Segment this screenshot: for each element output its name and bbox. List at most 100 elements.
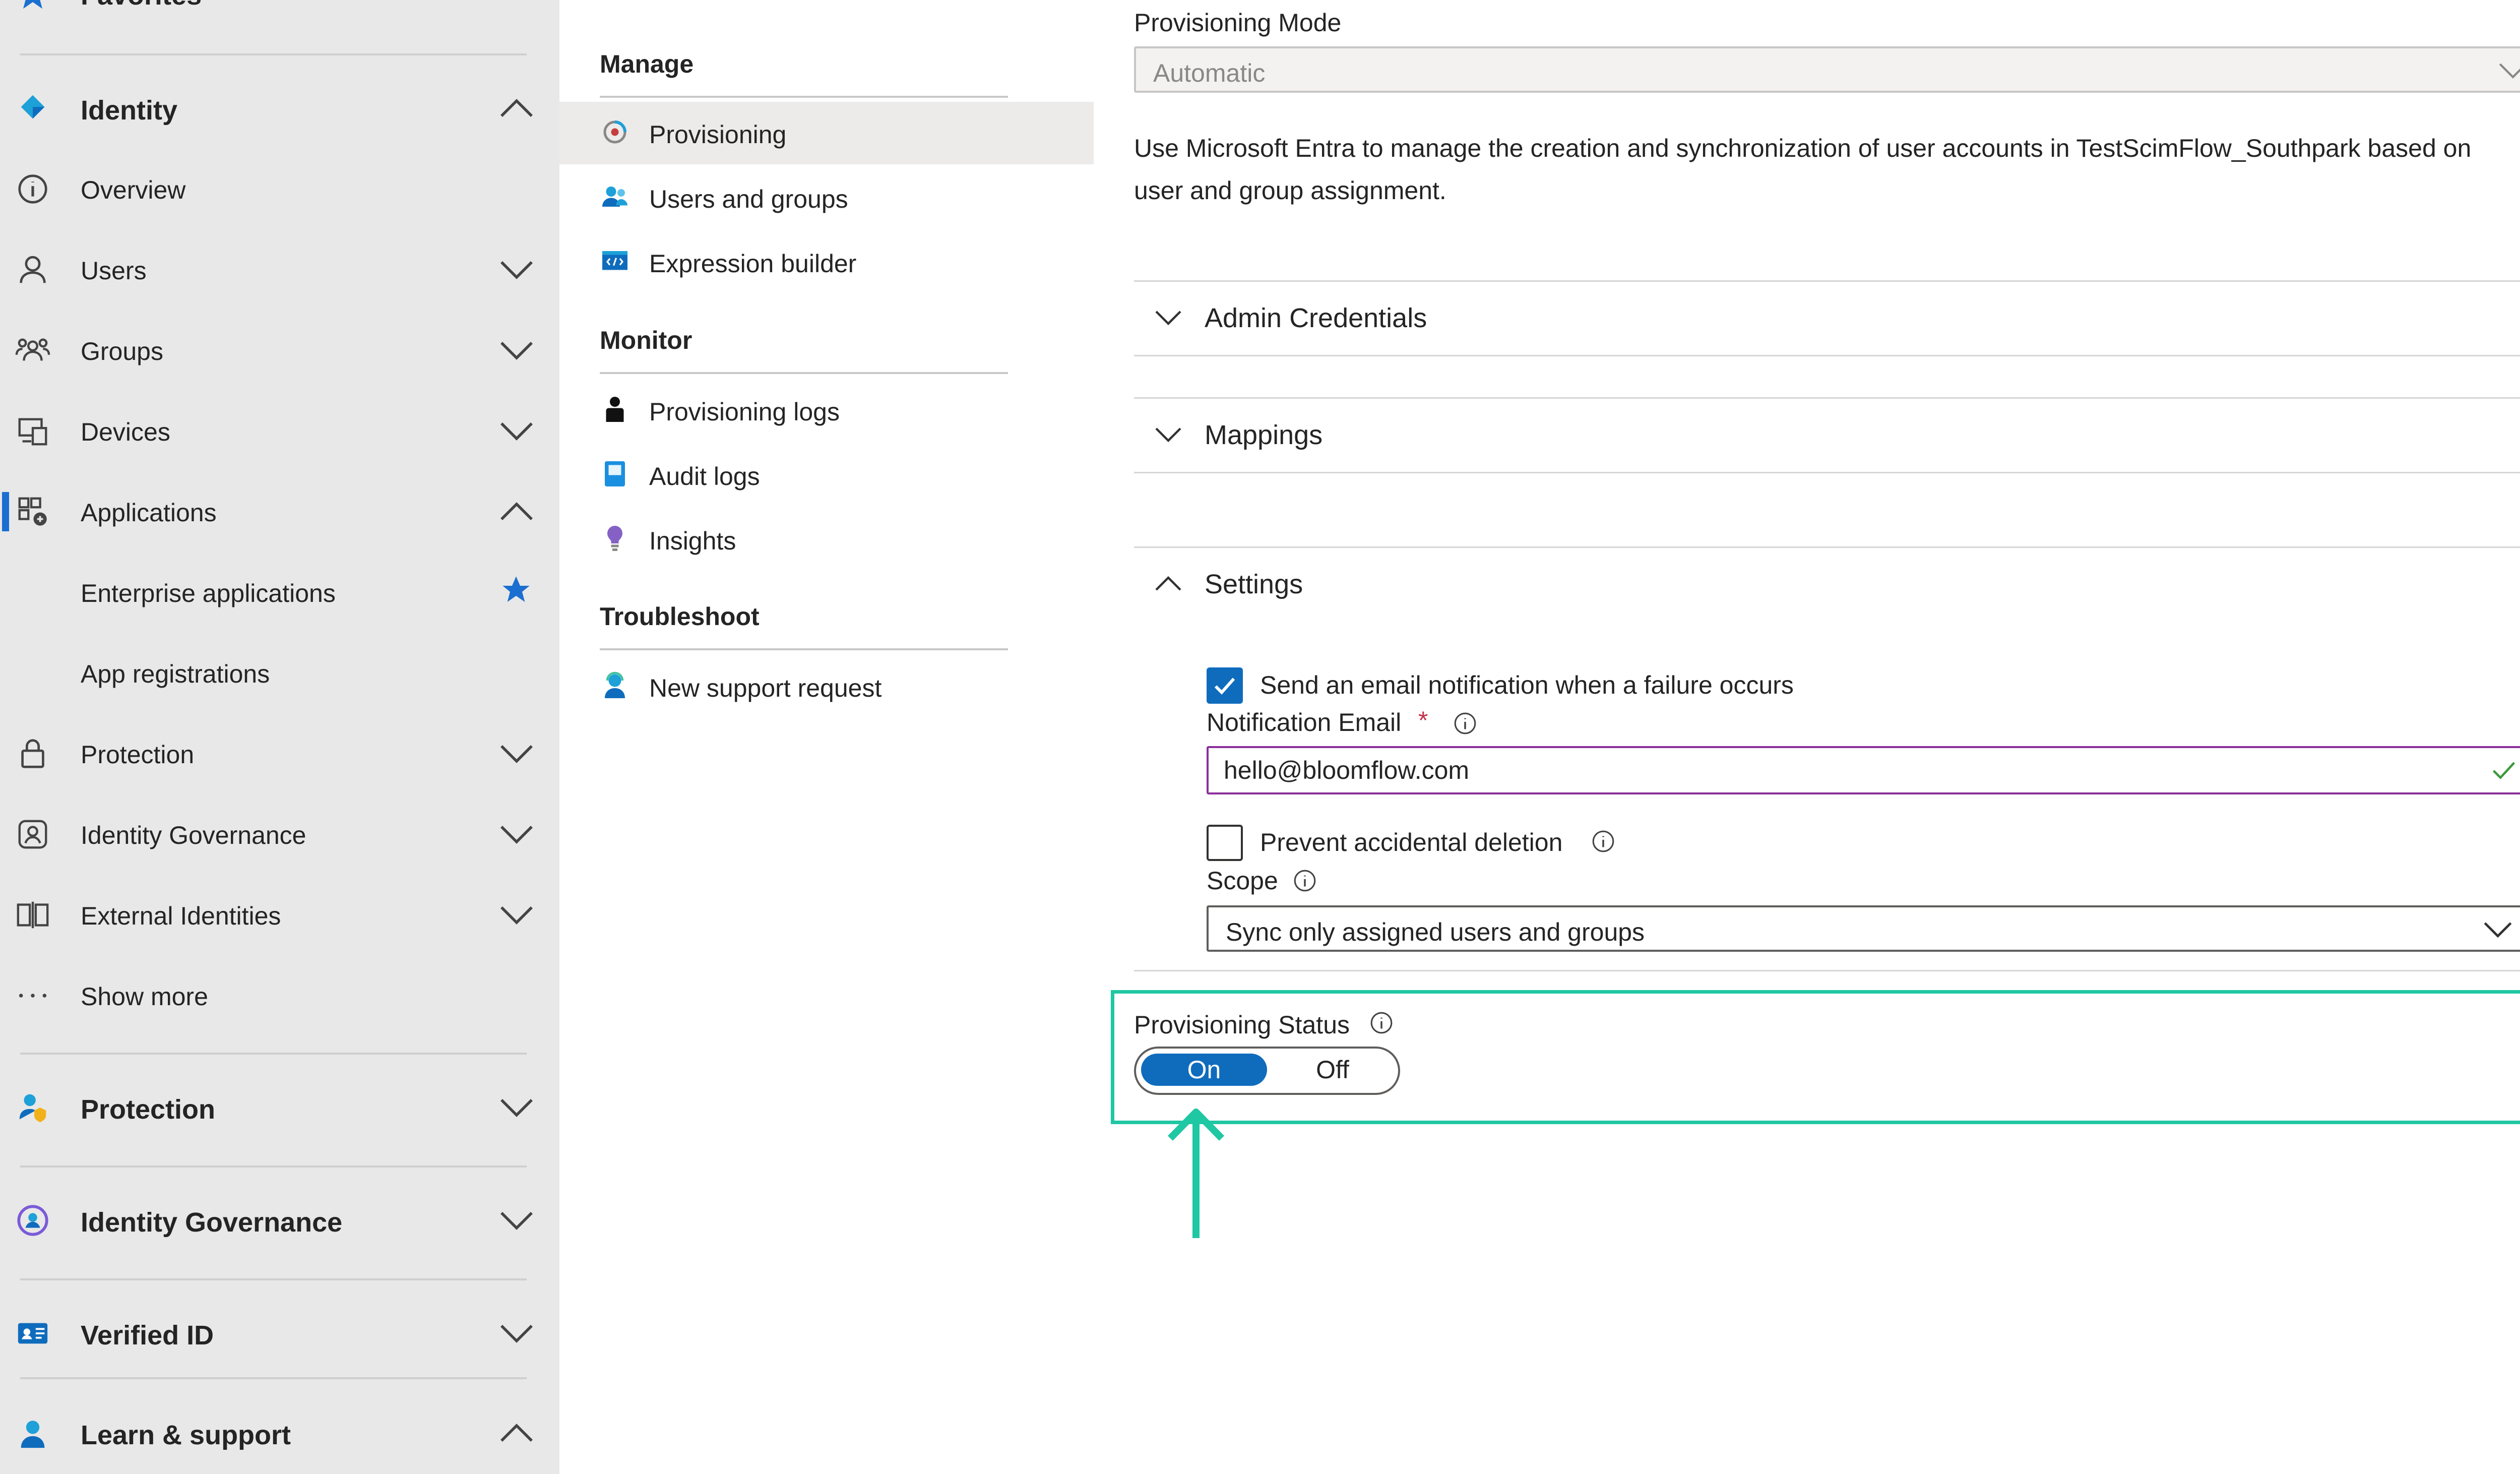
menu-item-provisioning-logs[interactable]: Provisioning logs xyxy=(559,379,1094,442)
sidebar-section-learn-support[interactable]: Learn & support xyxy=(0,1399,559,1465)
sidebar-section-label: Identity Governance xyxy=(81,1207,343,1238)
provisioning-status-toggle[interactable]: On Off xyxy=(1134,1047,1400,1095)
scope-dropdown[interactable]: Sync only assigned users and groups xyxy=(1207,905,2520,952)
menu-item-label: Audit logs xyxy=(649,462,760,490)
sidebar-section-identity-governance[interactable]: Identity Governance xyxy=(0,1187,559,1252)
user-icon xyxy=(20,256,46,283)
email-notification-checkbox[interactable] xyxy=(1207,667,1243,704)
divider xyxy=(20,1377,527,1379)
info-icon[interactable] xyxy=(1369,1010,1394,1035)
menu-item-new-support-request[interactable]: New support request xyxy=(559,655,1094,718)
sidebar-section-identity[interactable]: Identity xyxy=(0,75,559,140)
sidebar-item-external-identities[interactable]: External Identities xyxy=(0,881,559,947)
chevron-down-icon xyxy=(1155,311,1181,326)
provisioning-mode-dropdown[interactable]: Automatic xyxy=(1134,46,2520,93)
prevent-deletion-checkbox[interactable] xyxy=(1207,825,1243,861)
provisioning-icon xyxy=(603,120,626,144)
menu-item-provisioning[interactable]: Provisioning xyxy=(559,102,1094,164)
checkmark-icon xyxy=(1214,678,1235,695)
sidebar-item-app-registrations[interactable]: App registrations xyxy=(0,639,559,705)
sidebar-item-protection[interactable]: Protection xyxy=(0,720,559,785)
sidebar-item-devices[interactable]: Devices xyxy=(0,397,559,463)
status-on-option[interactable]: On xyxy=(1141,1054,1267,1086)
scope-value: Sync only assigned users and groups xyxy=(1226,918,1645,946)
divider xyxy=(1134,355,2520,356)
sidebar-section-protection[interactable]: Protection xyxy=(0,1074,559,1139)
menu-item-label: Provisioning logs xyxy=(649,398,840,426)
info-icon[interactable] xyxy=(1453,711,1478,736)
divider xyxy=(600,372,1008,374)
menu-heading-troubleshoot: Troubleshoot xyxy=(600,602,760,631)
notification-email-field[interactable] xyxy=(1207,746,2520,794)
menu-item-audit-logs[interactable]: Audit logs xyxy=(559,444,1094,506)
sidebar-item-applications[interactable]: Applications xyxy=(0,478,559,543)
chevron-down-icon[interactable] xyxy=(499,902,534,928)
provisioning-mode-label: Provisioning Mode xyxy=(1134,9,1342,37)
chevron-down-icon[interactable] xyxy=(499,1321,534,1346)
divider xyxy=(600,96,1008,98)
applications-icon xyxy=(18,497,47,526)
divider xyxy=(1134,280,2520,282)
accordion-label: Mappings xyxy=(1205,420,1323,450)
menu-item-label: Provisioning xyxy=(649,120,787,149)
chevron-down-icon[interactable] xyxy=(499,1095,534,1120)
chevron-up-icon[interactable] xyxy=(499,96,534,121)
status-off-option[interactable]: Off xyxy=(1282,1054,1383,1086)
chevron-down-icon[interactable] xyxy=(499,257,534,282)
users-groups-icon xyxy=(602,187,627,207)
sidebar-item-users[interactable]: Users xyxy=(0,236,559,301)
email-notification-label: Send an email notification when a failur… xyxy=(1260,671,1794,699)
chevron-down-icon[interactable] xyxy=(499,418,534,444)
menu-item-insights[interactable]: Insights xyxy=(559,508,1094,571)
menu-item-label: Insights xyxy=(649,527,736,555)
divider xyxy=(1134,546,2520,548)
menu-item-expression-builder[interactable]: Expression builder xyxy=(559,231,1094,293)
sidebar-item-label: External Identities xyxy=(81,902,281,930)
accordion-admin-credentials[interactable]: Admin Credentials xyxy=(1134,287,2520,348)
resource-menu: Manage Provisioning Users and groups Exp… xyxy=(559,0,1094,1474)
pointer-arrow-icon xyxy=(1168,1109,1224,1238)
sidebar-section-verified-id[interactable]: Verified ID xyxy=(0,1300,559,1365)
protection-icon xyxy=(19,1094,46,1123)
accordion-settings[interactable]: Settings xyxy=(1134,554,2520,614)
info-icon[interactable] xyxy=(1591,829,1616,854)
sidebar-item-label: Applications xyxy=(81,499,217,527)
notification-email-input[interactable] xyxy=(1224,755,2433,785)
menu-heading-monitor: Monitor xyxy=(600,326,692,354)
accordion-label: Settings xyxy=(1205,569,1303,599)
sidebar-item-label: Overview xyxy=(81,176,186,204)
insights-icon xyxy=(607,526,622,551)
description-line: user and group assignment. xyxy=(1134,176,1446,205)
accordion-label: Admin Credentials xyxy=(1205,303,1427,333)
chevron-down-icon[interactable] xyxy=(499,741,534,766)
sidebar-item-label: Show more xyxy=(81,982,208,1011)
chevron-down-icon xyxy=(2484,922,2512,938)
sidebar-item-groups[interactable]: Groups xyxy=(0,317,559,382)
chevron-up-icon[interactable] xyxy=(499,499,534,524)
info-icon[interactable] xyxy=(1292,868,1317,893)
chevron-down-icon xyxy=(1155,427,1181,443)
notification-email-label: Notification Email xyxy=(1207,708,1402,736)
prevent-deletion-label: Prevent accidental deletion xyxy=(1260,828,1563,856)
sidebar-item-label: App registrations xyxy=(81,660,270,688)
provisioning-mode-value: Automatic xyxy=(1153,59,1266,87)
sidebar-item-enterprise-applications[interactable]: Enterprise applications xyxy=(0,559,559,624)
required-marker: * xyxy=(1418,706,1428,734)
chevron-down-icon[interactable] xyxy=(499,338,534,363)
sidebar-item-show-more[interactable]: Show more xyxy=(0,962,559,1027)
divider xyxy=(20,53,527,55)
identity-icon xyxy=(21,95,45,119)
accordion-mappings[interactable]: Mappings xyxy=(1134,404,2520,465)
chevron-down-icon[interactable] xyxy=(499,822,534,847)
chevron-up-icon[interactable] xyxy=(499,1421,534,1446)
menu-item-users-and-groups[interactable]: Users and groups xyxy=(559,166,1094,229)
provisioning-content: Provisioning Mode Automatic Use Microsof… xyxy=(1094,0,2520,1474)
groups-icon xyxy=(15,338,50,361)
sidebar-item-identity-governance[interactable]: Identity Governance xyxy=(0,801,559,866)
menu-heading-manage: Manage xyxy=(600,50,694,78)
sidebar-item-overview[interactable]: Overview xyxy=(0,155,559,221)
identity-governance-color-icon xyxy=(17,1205,48,1236)
chevron-down-icon[interactable] xyxy=(499,1208,534,1233)
lock-icon xyxy=(21,739,44,768)
star-icon[interactable] xyxy=(500,574,532,606)
